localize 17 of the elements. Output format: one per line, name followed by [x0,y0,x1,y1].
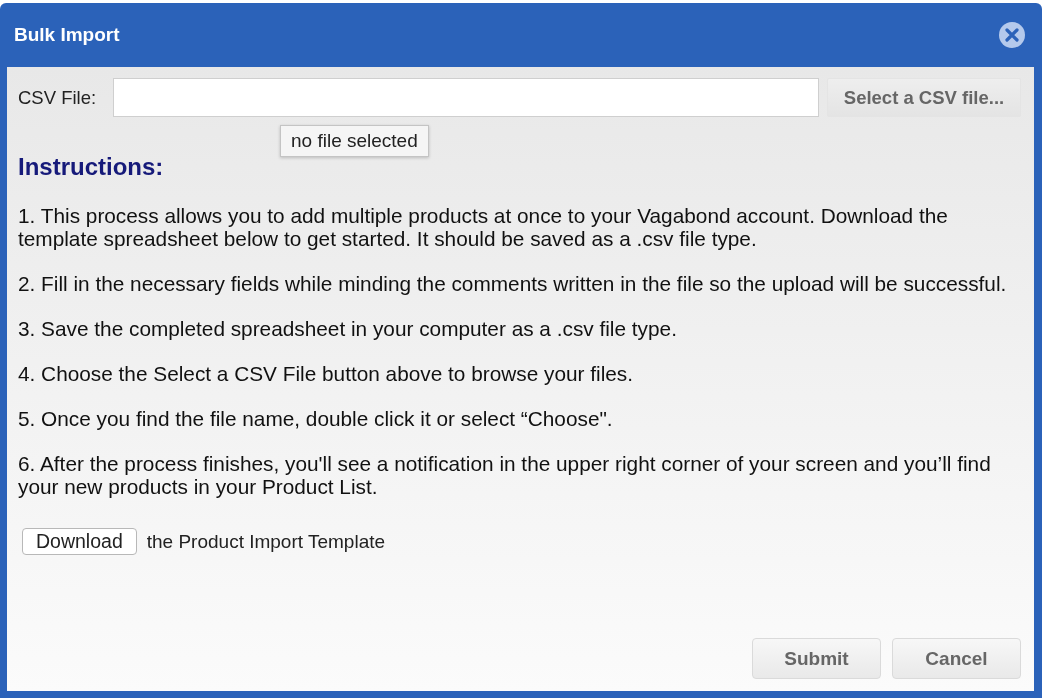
instruction-step: 4. Choose the Select a CSV File button above to browse your files. [18,362,1021,385]
download-template-text: the Product Import Template [146,530,386,553]
instructions-heading: Instructions: [18,153,165,180]
footer-button[interactable]: Cancel [892,638,1021,679]
instruction-step: 6. After the process finishes, you'll see a notification in the upper right corner of your screen and you’ll find your new products in your Product List. [18,452,1021,498]
instruction-step: 3. Save the completed spreadsheet in your computer as a .csv file type. [18,317,1021,340]
file-path-field[interactable] [113,78,819,117]
select-file-button[interactable]: Select a CSV file... [827,78,1021,117]
instruction-step: 2. Fill in the necessary fields while minding the comments written in the file so the upload will be successful. [18,272,1021,295]
download-button[interactable]: Download [22,528,137,555]
tooltip: no file selected [280,125,429,157]
instruction-step: 5. Once you find the file name, double click it or select “Choose". [18,407,1021,430]
dialog-title: Bulk Import [14,24,120,46]
instruction-step: 1. This process allows you to add multiple products at once to your Vagabond account. Download the template spreadsheet below to get started. It should be saved as a .csv file type. [18,204,1021,250]
csv-file-label: CSV File: [18,86,98,109]
footer-button[interactable]: Submit [752,638,881,679]
close-icon[interactable] [999,22,1025,48]
